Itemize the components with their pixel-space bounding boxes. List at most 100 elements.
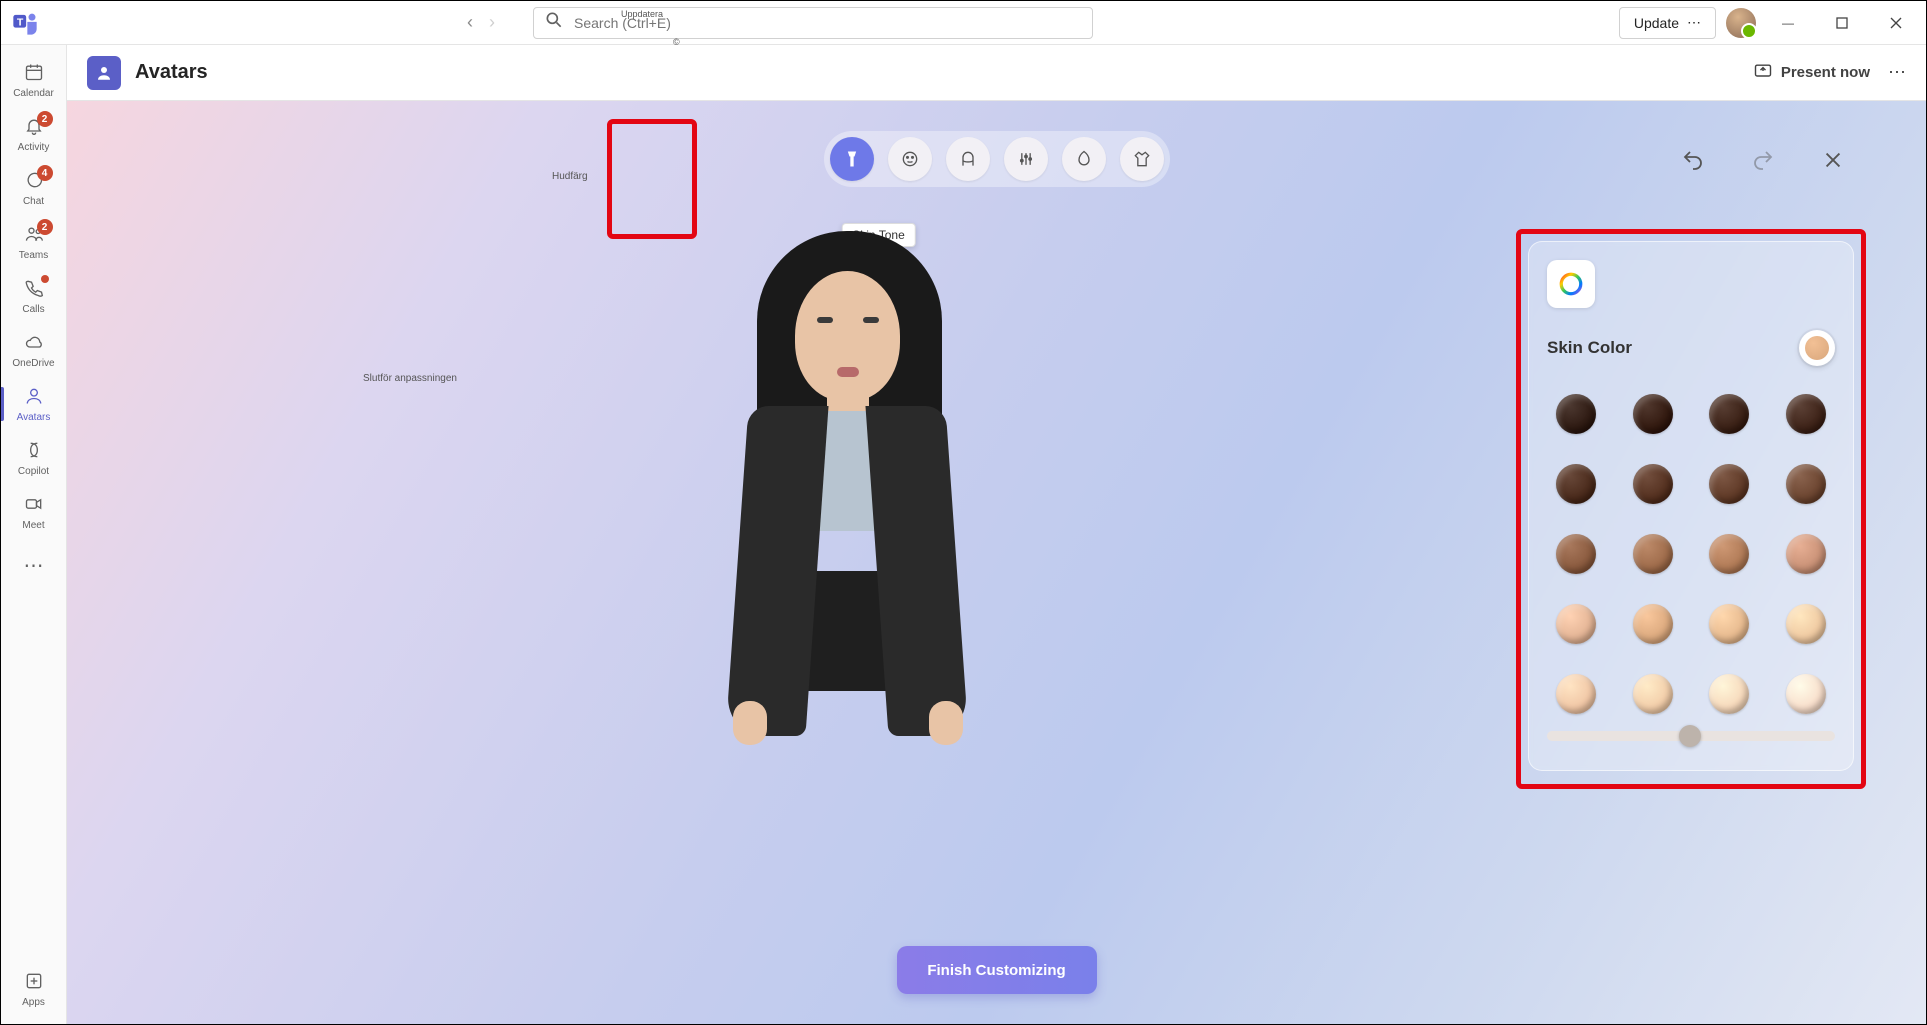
avatar-hand-left — [733, 701, 767, 745]
skin-swatch-17[interactable] — [1633, 674, 1673, 714]
skin-color-panel: Skin Color — [1528, 241, 1854, 771]
skin-swatch-7[interactable] — [1786, 464, 1826, 504]
label-finish-sv: Slutför anpassningen — [363, 373, 457, 384]
finish-customizing-button[interactable]: Finish Customizing — [897, 946, 1097, 994]
undo-icon[interactable] — [1680, 147, 1706, 173]
apps-icon — [24, 971, 44, 995]
rail-label: Chat — [23, 196, 44, 207]
redo-icon[interactable] — [1750, 147, 1776, 173]
rail-label: Teams — [19, 250, 48, 261]
rail-onedrive[interactable]: OneDrive — [1, 323, 67, 377]
rail-calendar[interactable]: Calendar — [1, 53, 67, 107]
category-clothing[interactable] — [1120, 137, 1164, 181]
avatar-eye-right — [863, 317, 879, 323]
close-editor-icon[interactable] — [1820, 147, 1846, 173]
rail-label: Activity — [18, 142, 50, 153]
rail-activity[interactable]: 2 Activity — [1, 107, 67, 161]
calls-badge — [41, 275, 49, 283]
avatar-stage: Hudfärg Slutför anpassningen Skin Tone — [67, 101, 1926, 1024]
phone-icon — [24, 278, 44, 302]
skin-swatch-12[interactable] — [1556, 604, 1596, 644]
title-bar: T ‹ › Update ⋯ — — [1, 1, 1926, 45]
copilot-icon — [24, 440, 44, 464]
rail-more[interactable]: ⋯ — [1, 539, 67, 593]
category-hair[interactable] — [946, 137, 990, 181]
color-picker-button[interactable] — [1547, 260, 1595, 308]
search-box[interactable] — [533, 7, 1093, 39]
activity-badge: 2 — [37, 111, 53, 127]
rail-label: Apps — [22, 997, 45, 1008]
skin-swatch-9[interactable] — [1633, 534, 1673, 574]
window-close-icon[interactable] — [1874, 8, 1918, 38]
skin-swatch-16[interactable] — [1556, 674, 1596, 714]
skin-swatch-6[interactable] — [1709, 464, 1749, 504]
calendar-icon — [24, 62, 44, 86]
rail-label: OneDrive — [12, 358, 54, 369]
finish-label: Finish Customizing — [927, 962, 1065, 979]
nav-back-icon[interactable]: ‹ — [467, 12, 473, 33]
page-title: Avatars — [135, 61, 208, 84]
nav-forward-icon[interactable]: › — [489, 12, 495, 33]
rail-label: Calendar — [13, 88, 54, 99]
cloud-icon — [24, 332, 44, 356]
skin-swatch-13[interactable] — [1633, 604, 1673, 644]
skin-swatch-19[interactable] — [1786, 674, 1826, 714]
category-face[interactable] — [888, 137, 932, 181]
teams-logo: T — [11, 9, 39, 37]
label-hudfarg: Hudfärg — [552, 171, 588, 182]
skin-swatch-10[interactable] — [1709, 534, 1749, 574]
chat-badge: 4 — [37, 165, 53, 181]
annotation-highlight-category — [607, 119, 697, 239]
skin-swatch-8[interactable] — [1556, 534, 1596, 574]
avatars-app-icon — [87, 56, 121, 90]
search-icon — [544, 10, 564, 35]
skin-swatch-0[interactable] — [1556, 394, 1596, 434]
skin-swatch-15[interactable] — [1786, 604, 1826, 644]
category-body[interactable] — [1004, 137, 1048, 181]
more-icon: ⋯ — [1687, 14, 1701, 31]
avatar-lips — [837, 367, 859, 377]
video-icon — [24, 494, 44, 518]
left-rail: Calendar 2 Activity 4 Chat 2 Teams Calls… — [1, 45, 67, 1024]
skin-swatch-grid — [1547, 394, 1835, 714]
category-skin-tone[interactable] — [830, 137, 874, 181]
avatar-preview — [677, 231, 1022, 751]
skin-swatch-11[interactable] — [1786, 534, 1826, 574]
panel-title: Skin Color — [1547, 338, 1632, 358]
update-button[interactable]: Update ⋯ — [1619, 7, 1716, 39]
rail-chat[interactable]: 4 Chat — [1, 161, 67, 215]
more-horizontal-icon: ⋯ — [24, 556, 44, 576]
skin-swatch-14[interactable] — [1709, 604, 1749, 644]
skin-swatch-3[interactable] — [1786, 394, 1826, 434]
tooltip-update-sv: Uppdatera — [621, 9, 663, 19]
teams-badge: 2 — [37, 219, 53, 235]
nav-arrows: ‹ › — [467, 12, 495, 33]
rail-teams[interactable]: 2 Teams — [1, 215, 67, 269]
window-minimize-icon[interactable]: — — [1766, 8, 1810, 38]
category-makeup[interactable] — [1062, 137, 1106, 181]
skin-swatch-1[interactable] — [1633, 394, 1673, 434]
header-more-icon[interactable]: ⋯ — [1888, 62, 1906, 83]
present-icon — [1753, 61, 1773, 85]
skin-swatch-2[interactable] — [1709, 394, 1749, 434]
rail-label: Avatars — [17, 412, 51, 423]
update-button-label: Update — [1634, 15, 1679, 31]
me-avatar[interactable] — [1726, 8, 1756, 38]
window-maximize-icon[interactable] — [1820, 8, 1864, 38]
rail-apps[interactable]: Apps — [1, 962, 67, 1016]
skin-swatch-18[interactable] — [1709, 674, 1749, 714]
skin-swatch-4[interactable] — [1556, 464, 1596, 504]
skin-swatch-5[interactable] — [1633, 464, 1673, 504]
present-now-button[interactable]: Present now — [1753, 61, 1870, 85]
present-label: Present now — [1781, 64, 1870, 81]
rail-meet[interactable]: Meet — [1, 485, 67, 539]
rail-avatars[interactable]: Avatars — [1, 377, 67, 431]
rail-calls[interactable]: Calls — [1, 269, 67, 323]
current-swatch-color — [1805, 336, 1829, 360]
teams-window: Uppdatera © T ‹ › Update ⋯ — — [0, 0, 1927, 1025]
avatar-eye-left — [817, 317, 833, 323]
skin-tone-slider[interactable] — [1547, 728, 1835, 744]
avatar-icon — [24, 386, 44, 410]
rail-copilot[interactable]: Copilot — [1, 431, 67, 485]
slider-thumb[interactable] — [1679, 725, 1701, 747]
